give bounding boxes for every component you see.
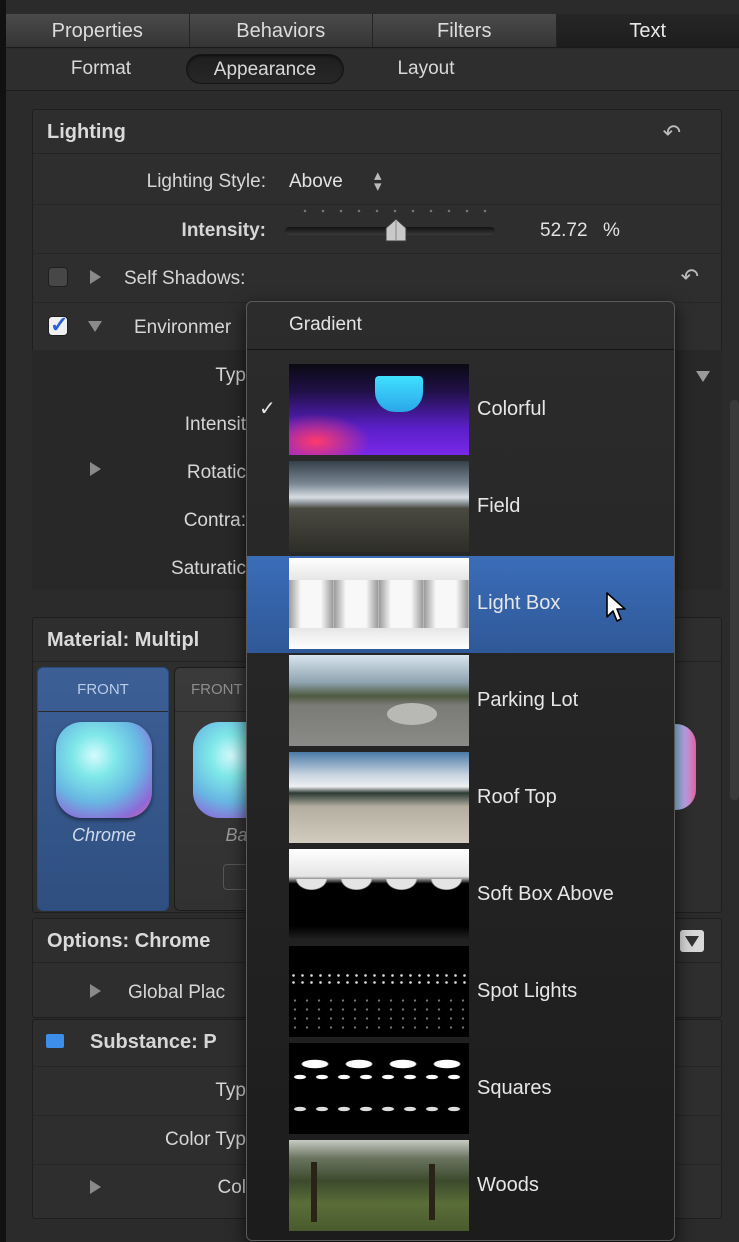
menu-item-label: Field	[477, 495, 521, 517]
menu-item-label: Roof Top	[477, 786, 557, 808]
disclosure-triangle-icon[interactable]	[90, 270, 101, 284]
reset-arrow-icon[interactable]: ↶	[681, 264, 699, 290]
inspector-tabs: Properties Behaviors Filters Text	[6, 14, 739, 48]
disclosure-triangle-icon[interactable]	[88, 321, 102, 332]
divider	[32, 204, 722, 205]
self-shadows-checkbox[interactable]	[48, 267, 68, 287]
disclosure-triangle-icon[interactable]	[90, 984, 101, 998]
reset-arrow-icon[interactable]: ↶	[663, 120, 681, 146]
back-swatch-edge	[674, 724, 696, 810]
divider	[32, 253, 722, 254]
menu-item-label: Soft Box Above	[477, 883, 614, 905]
rotation-label: Rotatic	[186, 462, 246, 483]
mouse-pointer-icon	[606, 592, 626, 622]
subtab-appearance[interactable]: Appearance	[186, 54, 344, 84]
contrast-label: Contra:	[183, 510, 246, 531]
subtab-format[interactable]: Format	[46, 54, 156, 84]
light-box-thumbnail	[289, 558, 469, 649]
substance-header: Substance: P	[90, 1031, 217, 1053]
menu-item-squares[interactable]: Squares	[247, 1041, 674, 1138]
options-menu-button[interactable]	[680, 930, 704, 952]
subtab-layout[interactable]: Layout	[376, 54, 476, 84]
substance-color-chip	[46, 1034, 64, 1048]
menu-separator	[247, 349, 674, 350]
stepper-arrows-icon[interactable]: ▴ ▾	[374, 168, 382, 194]
tab-behaviors[interactable]: Behaviors	[190, 14, 373, 47]
intensity-value[interactable]: 52.72	[540, 220, 588, 242]
menu-item-label: Squares	[477, 1077, 552, 1099]
checkmark-icon: ✓	[259, 398, 276, 420]
colorful-thumbnail	[289, 364, 469, 455]
color-type-label: Color Typ	[165, 1129, 246, 1150]
text-subtabs: Format Appearance Layout	[6, 49, 739, 91]
tab-filters[interactable]: Filters	[373, 14, 557, 47]
material-tile-front[interactable]: FRONT Chrome	[37, 667, 169, 911]
environment-type-menu: Gradient ✓ Colorful Field Light Box Park…	[246, 301, 675, 1241]
menu-item-label: Light Box	[477, 592, 561, 614]
soft-box-above-thumbnail	[289, 849, 469, 940]
menu-title-gradient[interactable]: Gradient	[289, 314, 362, 336]
parking-lot-thumbnail	[289, 655, 469, 746]
tile-name: Chrome	[71, 825, 137, 845]
field-thumbnail	[289, 461, 469, 552]
menu-item-soft-box-above[interactable]: Soft Box Above	[247, 847, 674, 944]
chrome-swatch	[56, 722, 152, 818]
environment-label: Environmer	[134, 317, 232, 338]
lighting-header: Lighting	[33, 110, 721, 154]
menu-item-label: Parking Lot	[477, 689, 579, 711]
intensity-label: Intensity:	[181, 220, 266, 241]
lighting-style-label: Lighting Style:	[146, 171, 266, 192]
intensity-unit: %	[603, 220, 620, 241]
woods-thumbnail	[289, 1140, 469, 1231]
squares-thumbnail	[289, 1043, 469, 1134]
tab-text[interactable]: Text	[556, 14, 739, 47]
menu-item-spot-lights[interactable]: Spot Lights	[247, 944, 674, 1041]
global-placement-label: Global Plac	[128, 982, 226, 1003]
window-edge	[0, 0, 6, 1242]
tab-properties[interactable]: Properties	[6, 14, 190, 47]
type-label: Typ	[215, 365, 246, 386]
menu-item-woods[interactable]: Woods	[247, 1138, 674, 1235]
color-label: Col	[217, 1177, 246, 1198]
slider-ticks	[296, 208, 492, 214]
saturation-label: Saturatic	[171, 558, 246, 579]
disclosure-triangle-icon[interactable]	[90, 1180, 101, 1194]
menu-item-roof-top[interactable]: Roof Top	[247, 750, 674, 847]
menu-item-field[interactable]: Field	[247, 459, 674, 556]
roof-top-thumbnail	[289, 752, 469, 843]
menu-item-colorful[interactable]: ✓ Colorful	[247, 362, 674, 459]
environment-checkbox[interactable]	[48, 312, 68, 338]
menu-item-label: Spot Lights	[477, 980, 578, 1002]
env-intensity-label: Intensit	[184, 414, 246, 435]
substance-type-label: Typ	[215, 1080, 246, 1101]
popup-arrow-icon[interactable]	[696, 371, 710, 382]
menu-item-label: Colorful	[477, 398, 546, 420]
lighting-style-popup[interactable]: Above	[289, 171, 343, 193]
disclosure-triangle-icon[interactable]	[90, 462, 101, 476]
menu-item-label: Woods	[477, 1174, 539, 1196]
menu-item-parking-lot[interactable]: Parking Lot	[247, 653, 674, 750]
self-shadows-label: Self Shadows:	[124, 268, 246, 289]
spot-lights-thumbnail	[289, 946, 469, 1037]
slider-knob[interactable]	[384, 218, 408, 242]
scrollbar[interactable]	[730, 400, 739, 800]
tile-label: FRONT	[38, 668, 168, 712]
